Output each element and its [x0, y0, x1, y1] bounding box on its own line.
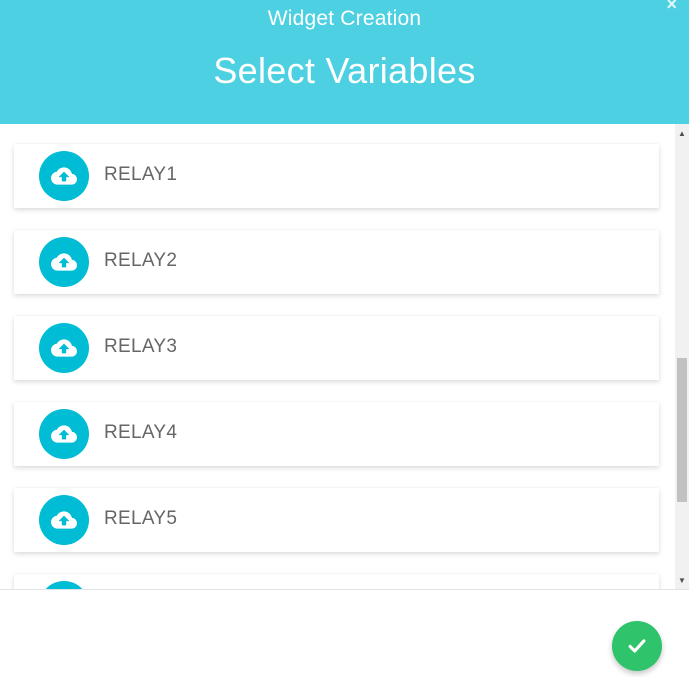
list-scrollbar[interactable]: ▲ ▼ — [675, 124, 689, 589]
cloud-upload-icon — [39, 409, 89, 459]
variable-item-relay4[interactable]: RELAY4 — [14, 402, 659, 466]
modal-footer — [0, 589, 689, 677]
widget-creation-modal: × Widget Creation Select Variables RELAY… — [0, 0, 689, 677]
scroll-up-arrow-icon[interactable]: ▲ — [675, 126, 689, 140]
modal-header: × Widget Creation Select Variables — [0, 0, 689, 124]
variable-label: RELAY1 — [104, 164, 178, 185]
checkmark-icon — [628, 639, 646, 653]
confirm-button[interactable] — [612, 621, 662, 671]
scrollbar-thumb[interactable] — [677, 358, 687, 502]
variable-list: RELAY1 RELAY2 RELAY3 RELAY4 RELAY5 — [0, 124, 689, 589]
variable-label: RELAY5 — [104, 508, 178, 529]
cloud-upload-icon — [39, 151, 89, 201]
variable-item-partial[interactable] — [14, 574, 659, 589]
cloud-upload-icon — [39, 323, 89, 373]
modal-title: Select Variables — [213, 50, 476, 91]
variable-label: RELAY4 — [104, 422, 178, 443]
cloud-upload-icon — [39, 495, 89, 545]
variable-item-relay2[interactable]: RELAY2 — [14, 230, 659, 294]
cloud-upload-icon — [39, 237, 89, 287]
variable-item-relay3[interactable]: RELAY3 — [14, 316, 659, 380]
variable-label: RELAY3 — [104, 336, 178, 357]
scroll-down-arrow-icon[interactable]: ▼ — [675, 573, 689, 587]
variable-item-relay5[interactable]: RELAY5 — [14, 488, 659, 552]
variable-label: RELAY2 — [104, 250, 178, 271]
cloud-upload-icon — [39, 581, 89, 589]
variable-item-relay1[interactable]: RELAY1 — [14, 144, 659, 208]
modal-subtitle: Widget Creation — [267, 7, 422, 30]
